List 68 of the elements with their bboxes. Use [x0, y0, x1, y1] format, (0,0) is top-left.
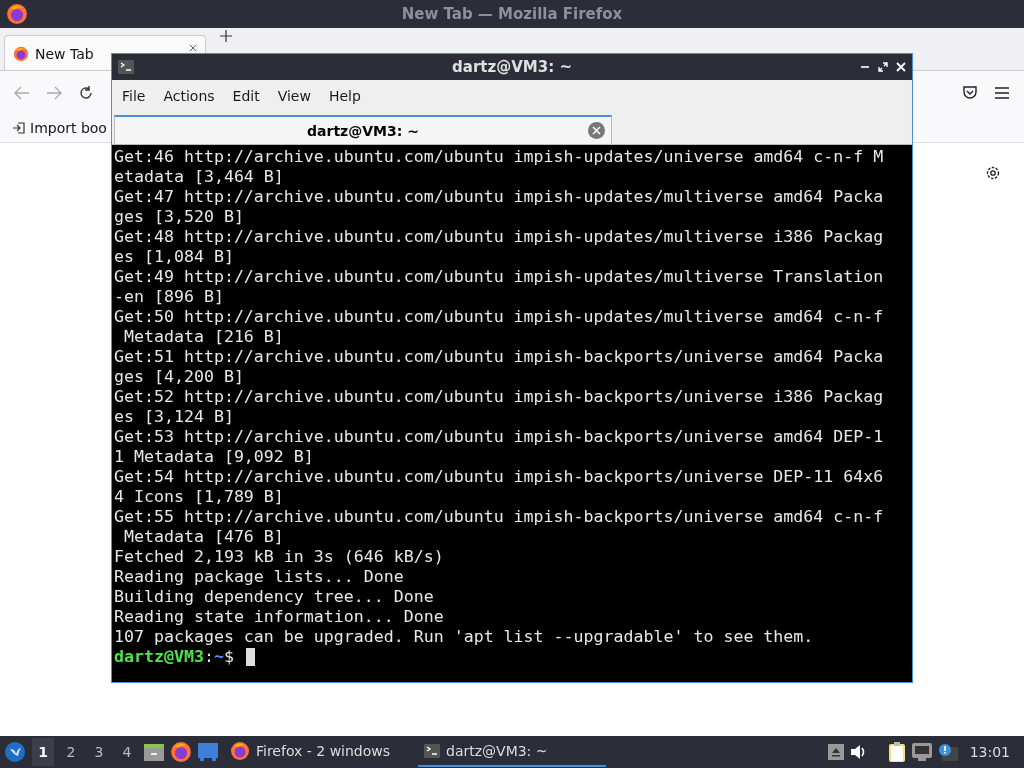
clock: 13:01 — [968, 744, 1011, 760]
menu-item[interactable]: View — [269, 88, 319, 104]
terminal-line: es [3,124 B] — [114, 407, 234, 427]
reload-icon[interactable] — [78, 84, 94, 101]
task-button[interactable]: Firefox - 2 windows — [224, 737, 412, 767]
shield-icon[interactable] — [962, 84, 978, 101]
terminal-line: Get:48 http://archive.ubuntu.com/ubuntu impish-updates/multiverse i386 Packag — [114, 227, 884, 247]
terminal-line: Metadata [216 B] — [123, 327, 284, 347]
workspace-button[interactable]: 3 — [88, 738, 110, 766]
menu-icon[interactable] — [994, 86, 1010, 99]
menu-item[interactable]: Edit — [224, 88, 268, 104]
terminal-line: es [1,084 B] — [114, 247, 234, 267]
terminal-line: 1 Metadata [9,092 B] — [114, 447, 314, 467]
maximize-icon[interactable] — [878, 62, 888, 72]
tab-label: New Tab — [35, 45, 94, 62]
terminal-line: 4 Icons [1,789 B] — [114, 487, 284, 507]
file-cabinet-icon[interactable] — [144, 742, 164, 762]
workspace-button[interactable]: 4 — [116, 738, 138, 766]
terminal-line: Get:47 http://archive.ubuntu.com/ubuntu impish-updates/multiverse amd64 Packa — [114, 187, 884, 207]
window-title: New Tab — Mozilla Firefox — [400, 5, 624, 23]
menu-item[interactable]: Help — [320, 88, 369, 104]
network-icon[interactable] — [911, 743, 932, 761]
firefox-icon — [6, 3, 28, 25]
prompt-symbol: $ — [223, 647, 234, 667]
terminal-line: Building dependency tree... Done — [114, 587, 434, 607]
import-icon — [12, 121, 26, 135]
firefox-icon — [230, 741, 250, 761]
terminal-icon — [424, 744, 440, 758]
firefox-icon — [13, 45, 29, 62]
start-icon[interactable] — [4, 741, 26, 763]
terminal-line: 107 packages can be upgraded. Run 'apt list --upgradable' to see them. — [114, 627, 814, 647]
clipboard-icon[interactable] — [887, 742, 906, 762]
terminal-line: Get:49 http://archive.ubuntu.com/ubuntu impish-updates/multiverse Translation — [114, 267, 884, 287]
cursor — [245, 648, 255, 666]
prompt-path: ~ — [213, 647, 224, 667]
browser-tab[interactable]: New Tab — [4, 35, 111, 71]
window-icon[interactable] — [198, 743, 218, 761]
terminal-line: etadata [3,464 B] — [114, 167, 284, 187]
terminal-line: ges [3,520 B] — [114, 207, 244, 227]
terminal-line: Get:55 http://archive.ubuntu.com/ubuntu impish-backports/universe amd64 c-n-f — [114, 507, 884, 527]
terminal-line: ges [4,200 B] — [114, 367, 244, 387]
settings-icon[interactable] — [985, 165, 1001, 181]
firefox-icon[interactable] — [170, 741, 192, 763]
terminal-line: Get:50 http://archive.ubuntu.com/ubuntu impish-updates/multiverse amd64 c-n-f — [114, 307, 884, 327]
terminal-line: Reading state information... Done — [114, 607, 444, 627]
terminal-line: Get:54 http://archive.ubuntu.com/ubuntu impish-backports/universe DEP-11 64x6 — [114, 467, 884, 487]
menu-item[interactable]: Actions — [155, 88, 223, 104]
notification-icon[interactable] — [937, 743, 958, 761]
close-icon[interactable] — [189, 44, 197, 52]
terminal-line: Get:52 http://archive.ubuntu.com/ubuntu impish-backports/universe i386 Packag — [114, 387, 884, 407]
terminal-icon — [118, 60, 134, 74]
window-title: dartz@VM3: ~ — [451, 58, 573, 76]
eject-icon[interactable] — [827, 744, 844, 760]
terminal-line: Get:46 http://archive.ubuntu.com/ubuntu impish-updates/universe amd64 c-n-f M — [114, 147, 884, 167]
terminal-line: Get:51 http://archive.ubuntu.com/ubuntu impish-backports/universe amd64 Packa — [114, 347, 884, 367]
terminal-tab[interactable]: dartz@VM3: ~ — [114, 115, 612, 144]
bookmark-item[interactable]: Import boo — [12, 120, 107, 136]
terminal-line: Fetched 2,193 kB in 3s (646 kB/s) — [114, 547, 444, 567]
terminal-line: Get:53 http://archive.ubuntu.com/ubuntu impish-backports/universe amd64 DEP-1 — [114, 427, 884, 447]
terminal-line: Metadata [476 B] — [123, 527, 284, 547]
terminal-line: -en [896 B] — [114, 287, 224, 307]
menu-item[interactable]: File — [114, 88, 154, 104]
task-button[interactable]: dartz@VM3: ~ — [418, 737, 606, 767]
prompt-user: dartz@VM3 — [114, 647, 204, 667]
workspace-button[interactable]: 1 — [32, 738, 54, 766]
terminal-line: Reading package lists... Done — [114, 567, 404, 587]
prompt-separator: : — [203, 647, 214, 667]
workspace-button[interactable]: 2 — [60, 738, 82, 766]
